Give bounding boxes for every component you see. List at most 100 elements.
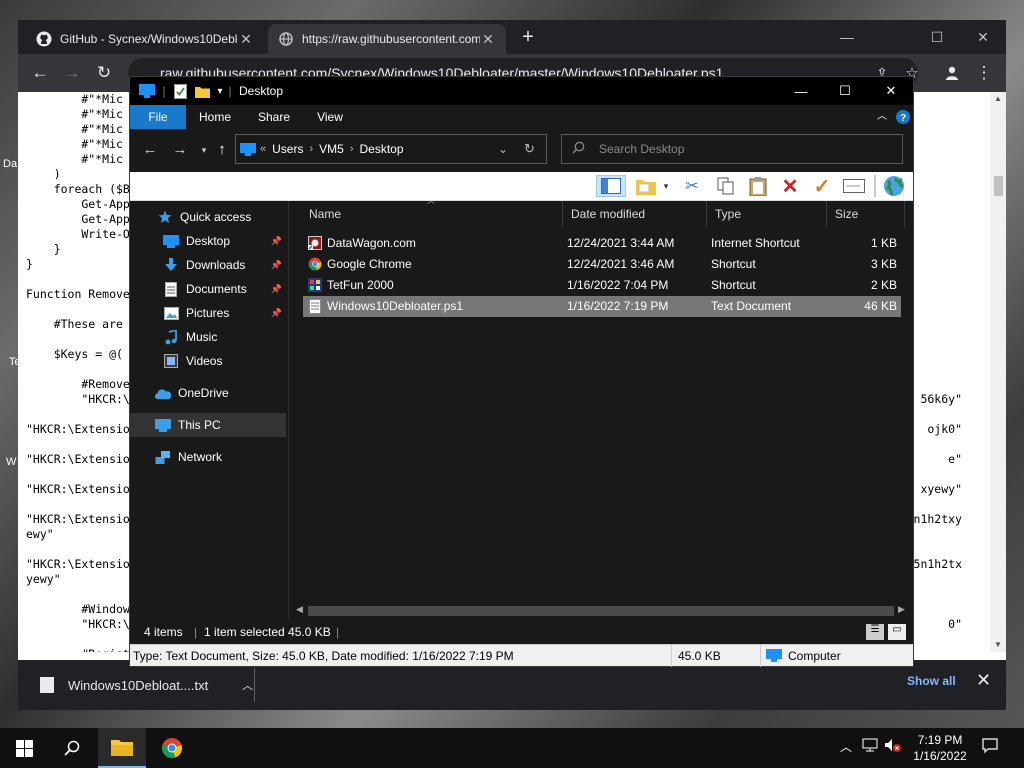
address-bar[interactable]: « Users › VM5 › Desktop ⌄ ↻	[235, 134, 547, 164]
scroll-right-icon[interactable]: ▶	[898, 604, 905, 615]
desktop-icon-label[interactable]: W	[6, 456, 16, 468]
column-header-size[interactable]: Size	[827, 201, 905, 227]
nav-item-network[interactable]: Network	[130, 445, 286, 469]
close-tab-icon[interactable]: ✕	[480, 31, 496, 48]
menu-kebab-icon[interactable]: ⋮	[970, 59, 998, 87]
scroll-down-icon[interactable]: ▼	[994, 640, 1002, 649]
breadcrumb-item[interactable]: VM5	[319, 142, 344, 156]
tab-home[interactable]: Home	[190, 105, 240, 129]
back-icon[interactable]: ←	[26, 59, 54, 87]
page-scrollbar[interactable]: ▲ ▼	[990, 92, 1006, 652]
show-all-button[interactable]: Show all	[907, 674, 956, 688]
breadcrumb-item[interactable]: Desktop	[360, 142, 404, 156]
large-icons-view-icon[interactable]: ▭	[888, 624, 906, 640]
forward-icon[interactable]: →	[58, 59, 86, 87]
customize-qat-icon[interactable]: ▾	[214, 82, 226, 100]
profile-icon[interactable]	[938, 59, 966, 87]
column-header-name[interactable]: Name	[301, 201, 563, 227]
file-row[interactable]: TetFun 2000 1/16/2022 7:04 PM Shortcut 2 KB	[303, 275, 901, 296]
scroll-thumb[interactable]	[308, 606, 894, 616]
nav-item-quick-access[interactable]: Quick access	[130, 205, 286, 229]
copy-icon[interactable]	[714, 175, 738, 197]
nav-item-this-pc[interactable]: This PC	[130, 413, 286, 437]
horizontal-scrollbar[interactable]: ◀ ▶	[294, 604, 908, 618]
nav-item-pictures[interactable]: Pictures 📌	[130, 301, 286, 325]
pin-icon[interactable]: 📌	[271, 236, 282, 247]
new-folder-icon[interactable]	[194, 82, 210, 100]
reload-icon[interactable]: ↻	[90, 59, 118, 87]
file-row[interactable]: DataWagon.com 12/24/2021 3:44 AM Internet …	[303, 233, 901, 254]
nav-item-videos[interactable]: Videos	[130, 349, 286, 373]
nav-item-downloads[interactable]: Downloads 📌	[130, 253, 286, 277]
pin-icon[interactable]: 📌	[271, 284, 282, 295]
close-window-icon[interactable]: ✕	[868, 77, 914, 105]
nav-item-documents[interactable]: Documents 📌	[130, 277, 286, 301]
nav-item-music[interactable]: Music	[130, 325, 286, 349]
new-tab-button[interactable]: +	[516, 26, 540, 50]
recent-locations-icon[interactable]: ▾	[194, 140, 214, 160]
tab-view[interactable]: View	[306, 105, 354, 129]
breadcrumb-item[interactable]: Users	[272, 142, 303, 156]
code-line-fragment: xyewy"	[920, 482, 962, 496]
chevron-right-icon[interactable]: ›	[309, 143, 313, 155]
column-header-date[interactable]: Date modified	[563, 201, 707, 227]
globe-icon[interactable]	[882, 175, 906, 197]
dropdown-arrow-icon[interactable]: ▾	[660, 175, 672, 197]
column-header-type[interactable]: Type	[707, 201, 827, 227]
maximize-icon[interactable]: ☐	[914, 20, 960, 54]
chevron-right-icon[interactable]: ›	[350, 143, 354, 155]
chevron-up-icon[interactable]: ︿	[840, 738, 852, 755]
code-line: "HKCR:\Extensio	[26, 422, 130, 436]
scroll-thumb[interactable]	[994, 176, 1003, 196]
close-tab-icon[interactable]: ✕	[238, 31, 254, 48]
notifications-icon[interactable]	[982, 738, 998, 757]
back-icon[interactable]: ←	[140, 140, 160, 160]
chrome-taskbar-icon[interactable]	[148, 728, 196, 768]
rename-icon[interactable]	[842, 175, 866, 197]
close-window-icon[interactable]: ✕	[960, 20, 1006, 54]
desktop-icon-label[interactable]: Da	[3, 158, 17, 170]
download-item[interactable]: Windows10Debloat....txt ︿	[28, 670, 253, 700]
delete-icon[interactable]: ✕	[778, 175, 802, 198]
properties-icon[interactable]	[172, 82, 188, 100]
tab-share[interactable]: Share	[248, 105, 300, 129]
tab-github[interactable]: GitHub - Sycnex/Windows10Debloater ✕	[26, 24, 264, 54]
close-download-bar-icon[interactable]: ✕	[976, 670, 991, 691]
checkmark-icon[interactable]: ✓	[810, 175, 834, 198]
cut-icon[interactable]: ✂	[680, 175, 704, 197]
tab-file[interactable]: File	[130, 105, 186, 129]
refresh-icon[interactable]: ↻	[524, 141, 535, 157]
tab-raw[interactable]: https://raw.githubusercontent.com ✕	[268, 24, 506, 54]
help-icon[interactable]: ?	[894, 105, 912, 129]
nav-item-onedrive[interactable]: OneDrive	[130, 381, 286, 405]
expand-ribbon-icon[interactable]: ︿	[872, 105, 892, 129]
pin-icon[interactable]: 📌	[271, 260, 282, 271]
scroll-up-icon[interactable]: ▲	[994, 94, 1002, 103]
code-line: "HKCR:\Extensio	[26, 557, 130, 571]
computer-icon	[240, 142, 256, 156]
chevron-up-icon[interactable]: ︿	[242, 677, 253, 693]
paste-icon[interactable]	[746, 175, 770, 197]
file-row[interactable]: Windows10Debloater.ps1 1/16/2022 7:19 PM T…	[303, 296, 901, 317]
maximize-icon[interactable]: ☐	[822, 77, 868, 105]
chevron-icon[interactable]: «	[260, 143, 266, 155]
up-icon[interactable]: ↑	[212, 140, 232, 160]
minimize-icon[interactable]: —	[824, 20, 870, 54]
system-clock[interactable]: 7:19 PM 1/16/2022	[905, 732, 975, 764]
start-button[interactable]	[0, 728, 48, 768]
search-icon[interactable]	[48, 728, 96, 768]
preview-pane-icon[interactable]	[596, 175, 626, 197]
pin-icon[interactable]: 📌	[271, 308, 282, 319]
forward-icon[interactable]: →	[170, 140, 190, 160]
nav-item-desktop[interactable]: Desktop 📌	[130, 229, 286, 253]
details-view-icon[interactable]: ☰	[866, 624, 884, 640]
file-explorer-taskbar-icon[interactable]	[98, 728, 146, 768]
network-status-icon[interactable]	[862, 738, 878, 755]
folder-view-icon[interactable]	[634, 175, 658, 197]
file-row[interactable]: Google Chrome 12/24/2021 3:46 AM Shortcut 3…	[303, 254, 901, 275]
chevron-down-icon[interactable]: ⌄	[498, 142, 508, 156]
volume-muted-icon[interactable]	[884, 738, 902, 755]
search-box[interactable]: Search Desktop	[561, 134, 903, 164]
minimize-icon[interactable]: —	[778, 77, 824, 105]
scroll-left-icon[interactable]: ◀	[296, 604, 303, 615]
